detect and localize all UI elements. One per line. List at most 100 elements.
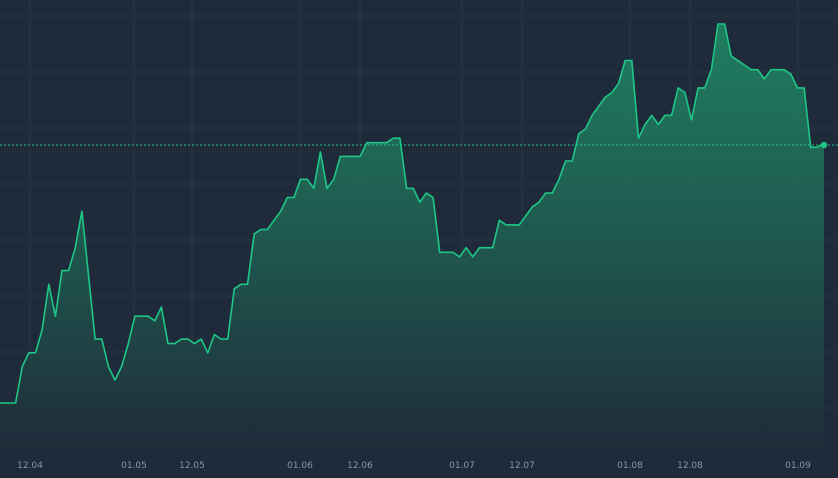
data-point <box>48 284 49 285</box>
data-point <box>678 87 679 88</box>
data-point <box>506 224 507 225</box>
data-point <box>287 197 288 198</box>
data-point <box>771 69 772 70</box>
data-point <box>28 352 29 353</box>
data-point <box>207 352 208 353</box>
data-point <box>446 252 447 253</box>
data-point <box>512 224 513 225</box>
data-point <box>168 343 169 344</box>
data-point <box>227 339 228 340</box>
data-point <box>35 352 36 353</box>
data-point <box>539 202 540 203</box>
data-point <box>194 343 195 344</box>
data-point <box>744 65 745 66</box>
data-point <box>221 339 222 340</box>
data-point <box>804 87 805 88</box>
data-point <box>486 247 487 248</box>
data-point <box>161 307 162 308</box>
data-point <box>313 188 314 189</box>
data-point <box>684 92 685 93</box>
data-point <box>797 87 798 88</box>
data-point <box>353 156 354 157</box>
data-point <box>532 206 533 207</box>
data-point <box>101 339 102 340</box>
data-point <box>201 339 202 340</box>
data-point <box>413 188 414 189</box>
data-point <box>817 147 818 148</box>
data-point <box>327 188 328 189</box>
last-value-marker <box>820 141 828 149</box>
data-point <box>366 142 367 143</box>
x-tick-label: 12.08 <box>677 461 703 471</box>
data-point <box>108 366 109 367</box>
data-point <box>55 316 56 317</box>
x-tick-label: 01.09 <box>785 461 811 471</box>
data-point <box>214 334 215 335</box>
data-point <box>731 56 732 57</box>
data-point <box>790 74 791 75</box>
data-point <box>380 142 381 143</box>
data-point <box>598 106 599 107</box>
data-point <box>254 234 255 235</box>
data-point <box>141 316 142 317</box>
data-point <box>280 211 281 212</box>
data-point <box>625 60 626 61</box>
data-point <box>15 403 16 404</box>
data-point <box>585 129 586 130</box>
data-point <box>181 339 182 340</box>
data-point <box>274 220 275 221</box>
data-point <box>472 256 473 257</box>
data-point <box>764 78 765 79</box>
data-point <box>612 92 613 93</box>
data-point <box>651 115 652 116</box>
data-point <box>618 83 619 84</box>
data-point <box>386 142 387 143</box>
data-point <box>565 161 566 162</box>
data-point <box>247 284 248 285</box>
data-point <box>433 197 434 198</box>
data-point <box>95 339 96 340</box>
data-point <box>333 179 334 180</box>
data-point <box>499 220 500 221</box>
x-tick-label: 12.07 <box>509 461 535 471</box>
data-point <box>373 142 374 143</box>
data-point <box>724 24 725 25</box>
data-point <box>810 147 811 148</box>
data-point <box>737 60 738 61</box>
data-point <box>128 343 129 344</box>
data-point <box>399 138 400 139</box>
data-point <box>346 156 347 157</box>
data-point <box>154 320 155 321</box>
data-point <box>552 193 553 194</box>
price-chart: 12.04 01.05 12.05 01.06 12.06 01.07 12.07 01.08… <box>0 0 838 478</box>
data-point <box>68 270 69 271</box>
data-point <box>658 124 659 125</box>
data-point <box>545 193 546 194</box>
data-point <box>452 252 453 253</box>
x-tick-label: 01.06 <box>287 461 313 471</box>
data-point <box>671 115 672 116</box>
data-point <box>62 270 63 271</box>
data-point <box>704 87 705 88</box>
data-point <box>260 229 261 230</box>
data-point <box>665 115 666 116</box>
data-point <box>631 60 632 61</box>
data-point <box>578 133 579 134</box>
data-point <box>718 24 719 25</box>
x-tick-label: 12.06 <box>347 461 373 471</box>
data-point <box>572 161 573 162</box>
data-point <box>711 69 712 70</box>
data-point <box>267 229 268 230</box>
data-point <box>459 256 460 257</box>
data-point <box>592 115 593 116</box>
data-point <box>605 97 606 98</box>
data-point <box>300 179 301 180</box>
data-point <box>293 197 294 198</box>
data-point <box>9 403 10 404</box>
area-chart: 12.04 01.05 12.05 01.06 12.06 01.07 12.07 01.08… <box>0 0 838 478</box>
data-point <box>307 179 308 180</box>
data-point <box>559 179 560 180</box>
data-point <box>698 87 699 88</box>
x-tick-label: 01.08 <box>617 461 643 471</box>
data-point <box>134 316 135 317</box>
